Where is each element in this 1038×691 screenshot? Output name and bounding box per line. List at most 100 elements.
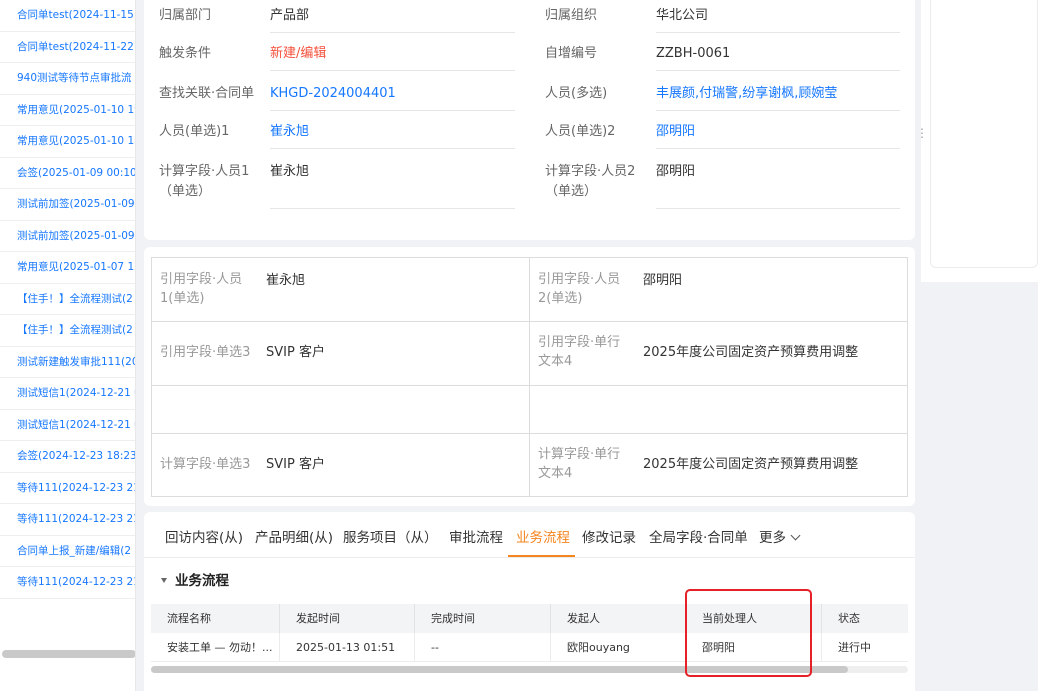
dept-label: 归属部门 [159, 8, 212, 23]
ref-text4-label-suffix: 文本4 [538, 354, 573, 369]
field-divider [656, 208, 900, 209]
single-person1-label: 人员(单选)1 [159, 124, 230, 139]
calc-text4-value: 2025年度公司固定资产预算费用调整 [643, 457, 859, 472]
calc-single3-value: SVIP 客户 [266, 457, 325, 472]
table-row[interactable]: 安装工单 — 勿动！... 2025-01-13 01:51 -- 欧阳ouya… [151, 633, 908, 662]
record-list-panel: 合同单test(2024-11-15 2 合同单test(2024-11-22 1… [0, 0, 136, 691]
cell-current-handler: 邵明阳 [686, 633, 822, 662]
list-item[interactable]: 合同单test(2024-11-15 2 [0, 0, 135, 32]
list-item[interactable]: 等待111(2024-12-23 21: [0, 473, 135, 504]
field-divider [270, 70, 515, 71]
ref-person1-label-suffix: 1(单选) [160, 291, 205, 306]
field-divider [656, 148, 900, 149]
grid-divider [152, 321, 907, 322]
calc-text4-label: 计算字段·单行 [538, 447, 621, 462]
list-item[interactable]: 【住手！】全流程测试(2 [0, 315, 135, 347]
list-item[interactable]: 常用意见(2025-01-10 19 [0, 95, 135, 126]
ref-text4-label: 引用字段·单行 [538, 335, 621, 350]
tab-business-flow[interactable]: 业务流程 [516, 529, 570, 548]
col-header-initiator[interactable]: 发起人 [551, 604, 686, 633]
detail-tabs: 回访内容(从) 产品明细(从) 服务项目（从） 审批流程 业务流程 修改记录 全… [144, 512, 915, 558]
table-header: 流程名称 发起时间 完成时间 发起人 当前处理人 状态 [151, 604, 908, 633]
caret-down-icon [161, 578, 167, 583]
ref-single3-label: 引用字段·单选3 [160, 345, 251, 360]
tab-more[interactable]: 更多 [759, 529, 801, 548]
chevron-down-icon [790, 530, 801, 541]
field-divider [270, 110, 515, 111]
grid-divider [152, 433, 907, 434]
org-value: 华北公司 [656, 8, 709, 23]
list-item[interactable]: 会签(2025-01-09 00:10) [0, 158, 135, 189]
related-lists-card: 回访内容(从) 产品明细(从) 服务项目（从） 审批流程 业务流程 修改记录 全… [144, 512, 915, 691]
single-person1-link[interactable]: 崔永旭 [270, 122, 309, 141]
col-header-flow-name[interactable]: 流程名称 [151, 604, 280, 633]
calc-person1-label-suffix: （单选） [159, 184, 212, 199]
tab-visit-content[interactable]: 回访内容(从) [165, 529, 243, 548]
ref-person1-value: 崔永旭 [266, 273, 306, 288]
list-item[interactable]: 测试前加签(2025-01-09 [0, 189, 135, 221]
col-header-status[interactable]: 状态 [822, 604, 908, 633]
list-item[interactable]: 会签(2024-12-23 18:23) [0, 441, 135, 473]
trigger-label: 触发条件 [159, 46, 212, 61]
grid-divider [529, 258, 530, 496]
single-person2-label: 人员(单选)2 [545, 124, 616, 139]
list-item[interactable]: 常用意见(2025-01-10 15 [0, 126, 135, 158]
cell-finish-time: -- [415, 633, 551, 662]
list-item[interactable]: 测试前加签(2025-01-09 [0, 221, 135, 252]
calc-person1-label: 计算字段·人员1 [159, 164, 250, 179]
multi-person-links[interactable]: 丰展颜,付瑞警,纷享谢枫,顾婉莹 [656, 84, 837, 103]
ref-person2-label: 引用字段·人员 [538, 272, 621, 287]
list-item[interactable]: 【住手！】全流程测试(2 [0, 284, 135, 315]
list-item[interactable]: 合同单上报_新建/编辑(2 [0, 536, 135, 567]
section-title: 业务流程 [175, 573, 229, 589]
reference-fields-card: 引用字段·人员 1(单选) 崔永旭 引用字段·人员 2(单选) 邵明阳 引用字段… [144, 247, 915, 506]
org-label: 归属组织 [545, 8, 598, 23]
ref-person2-value: 邵明阳 [643, 273, 683, 288]
list-item[interactable]: 等待111(2024-12-23 21: [0, 567, 135, 599]
right-side-card [930, 0, 1038, 268]
serial-label: 自增编号 [545, 46, 598, 61]
calc-person2-label-suffix: （单选） [545, 184, 598, 199]
list-item[interactable]: 合同单test(2024-11-22 1 [0, 32, 135, 63]
tab-service-items[interactable]: 服务项目（从） [343, 529, 438, 548]
list-item[interactable]: 测试新建触发审批111(20 [0, 347, 135, 378]
calc-person2-value: 邵明阳 [656, 164, 696, 179]
list-item[interactable]: 测试短信1(2024-12-21 0 [0, 378, 135, 410]
list-item[interactable]: 940测试等待节点审批流 [0, 63, 135, 95]
trigger-value: 新建/编辑 [270, 46, 327, 61]
field-divider [270, 148, 515, 149]
col-header-finish-time[interactable]: 完成时间 [415, 604, 551, 633]
list-item[interactable]: 等待111(2024-12-23 21: [0, 504, 135, 536]
tab-product-details[interactable]: 产品明细(从) [255, 529, 333, 548]
lookup-link[interactable]: KHGD-2024004401 [270, 84, 396, 103]
business-flow-section-toggle[interactable]: 业务流程 [161, 572, 229, 591]
ref-single3-value: SVIP 客户 [266, 345, 325, 360]
dept-value: 产品部 [270, 8, 310, 23]
list-item[interactable]: 常用意见(2025-01-07 15 [0, 252, 135, 284]
tab-global-fields[interactable]: 全局字段·合同单 [649, 529, 748, 548]
cell-flow-name[interactable]: 安装工单 — 勿动！... [151, 633, 280, 662]
ref-person2-label-suffix: 2(单选) [538, 291, 583, 306]
tab-change-log[interactable]: 修改记录 [582, 529, 636, 548]
reference-fields-grid: 引用字段·人员 1(单选) 崔永旭 引用字段·人员 2(单选) 邵明阳 引用字段… [151, 257, 908, 497]
lookup-label: 查找关联·合同单 [159, 86, 255, 101]
panel-resize-handle-icon[interactable]: ⋮ [916, 126, 928, 140]
col-header-current-handler[interactable]: 当前处理人 [686, 604, 822, 633]
tab-approval-flow[interactable]: 审批流程 [449, 529, 503, 548]
list-horizontal-scrollbar[interactable] [2, 650, 135, 658]
cell-start-time: 2025-01-13 01:51 [280, 633, 415, 662]
ref-text4-value: 2025年度公司固定资产预算费用调整 [643, 345, 859, 360]
single-person2-link[interactable]: 邵明阳 [656, 122, 695, 141]
field-divider [270, 208, 515, 209]
field-divider [656, 70, 900, 71]
field-divider [270, 32, 515, 33]
table-horizontal-scrollbar[interactable] [151, 666, 848, 673]
calc-text4-label-suffix: 文本4 [538, 466, 573, 481]
serial-value: ZZBH-0061 [656, 46, 731, 61]
calc-single3-label: 计算字段·单选3 [160, 457, 251, 472]
list-item[interactable]: 测试短信1(2024-12-21 0 [0, 410, 135, 441]
field-divider [656, 32, 900, 33]
grid-divider [152, 385, 907, 386]
multi-person-label: 人员(多选) [545, 86, 608, 101]
col-header-start-time[interactable]: 发起时间 [280, 604, 415, 633]
